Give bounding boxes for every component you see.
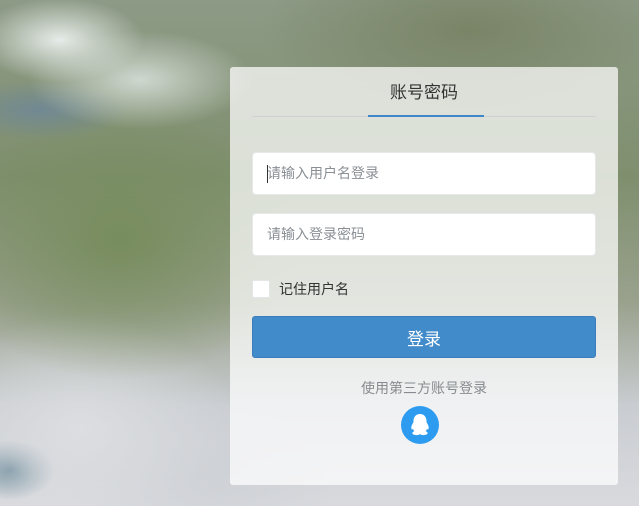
tab-account-password[interactable]: 账号密码 [390, 78, 458, 103]
login-button[interactable]: 登录 [252, 316, 596, 358]
text-cursor [267, 165, 268, 183]
third-party-login-label: 使用第三方账号登录 [361, 381, 487, 397]
password-field [252, 213, 596, 256]
remember-username-row: 记住用户名 [252, 279, 349, 299]
remember-username-label[interactable]: 记住用户名 [279, 279, 349, 299]
tab-bar: 账号密码 [252, 67, 596, 117]
remember-username-checkbox[interactable] [252, 280, 270, 298]
active-tab-indicator [368, 115, 484, 117]
qq-icon [411, 414, 429, 436]
username-input[interactable] [253, 153, 595, 194]
password-input[interactable] [253, 214, 595, 255]
qq-login-button[interactable] [401, 406, 439, 444]
username-field [252, 152, 596, 195]
login-panel: 账号密码 记住用户名 登录 使用第三方账号登录 [230, 67, 618, 485]
